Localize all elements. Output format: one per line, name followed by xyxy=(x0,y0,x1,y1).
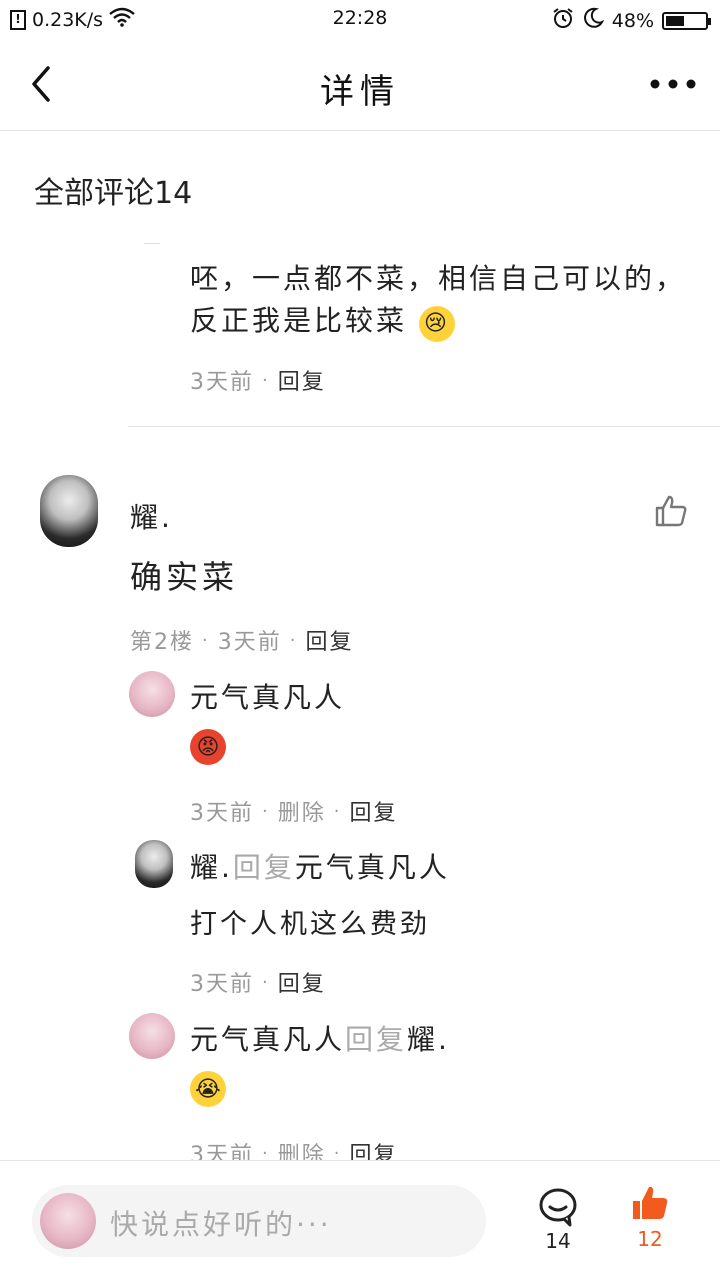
reply-author[interactable]: 元气真凡人 xyxy=(190,676,345,716)
delete-button[interactable]: 删除 xyxy=(278,795,326,827)
reply-meta: 3天前 · 回复 xyxy=(190,364,326,396)
reply-author[interactable]: 耀. xyxy=(190,851,233,884)
battery-percent: 48% xyxy=(611,9,654,32)
reply-button[interactable]: 回复 xyxy=(278,966,326,998)
reply-meta: 3天前 · 回复 xyxy=(190,966,326,998)
comment-bubble-icon xyxy=(539,1188,577,1227)
like-button[interactable] xyxy=(654,494,690,530)
reply-target[interactable]: 耀. xyxy=(407,1023,450,1056)
angry-emoji-icon: 😡 xyxy=(190,729,226,765)
comment-input[interactable]: 快说点好听的··· xyxy=(32,1185,486,1257)
comments-button[interactable]: 14 xyxy=(528,1185,588,1255)
avatar[interactable] xyxy=(40,475,98,547)
reply-header: 元气真凡人回复耀. xyxy=(190,1018,450,1058)
comment-time: 3天前 xyxy=(217,630,282,655)
input-placeholder: 快说点好听的··· xyxy=(110,1208,332,1241)
reply-time: 3天前 xyxy=(190,801,254,826)
reply-text: 打个人机这么费劲 xyxy=(190,909,430,940)
meta-dot: · xyxy=(289,629,298,651)
status-bar: ! 0.23K/s 22:28 48% xyxy=(0,0,720,38)
reply-time: 3天前 xyxy=(190,370,254,395)
meta-dot: · xyxy=(202,629,210,651)
reply-text: 呸，一点都不菜，相信自己可以的，反正我是比较菜 😢 xyxy=(190,258,690,342)
more-dots-icon xyxy=(650,79,696,89)
bottom-bar: 快说点好听的··· 14 12 xyxy=(0,1160,720,1281)
avatar[interactable] xyxy=(129,1013,175,1059)
reply-time: 3天前 xyxy=(190,972,254,997)
nav-bar: 详情 xyxy=(0,38,720,131)
reply-meta: 3天前 · 删除 · 回复 xyxy=(190,795,398,827)
divider xyxy=(128,426,720,427)
like-post-button[interactable]: 12 xyxy=(620,1181,680,1255)
reply-target[interactable]: 元气真凡人 xyxy=(295,851,450,884)
avatar[interactable] xyxy=(135,840,173,888)
reply-author[interactable]: 元气真凡人 xyxy=(190,1023,345,1056)
crying-emoji-icon: 😢 xyxy=(418,306,455,342)
all-comments-heading: 全部评论14 xyxy=(34,176,193,211)
comment-count: 14 xyxy=(545,1229,571,1253)
page-title: 详情 xyxy=(320,72,400,112)
avatar[interactable] xyxy=(129,671,175,717)
status-right: 48% xyxy=(552,7,711,34)
meta-dot: · xyxy=(333,800,342,822)
comment-author[interactable]: 耀. xyxy=(130,496,173,536)
reply-button[interactable]: 回复 xyxy=(278,364,326,396)
more-button[interactable] xyxy=(650,74,696,94)
battery-icon xyxy=(662,11,711,30)
alarm-icon xyxy=(552,7,574,34)
comment-text: 确实菜 xyxy=(130,558,239,596)
reply-button[interactable]: 回复 xyxy=(349,795,397,827)
thumbs-up-filled-icon xyxy=(633,1186,668,1219)
meta-dot: · xyxy=(262,369,270,391)
reply-button[interactable]: 回复 xyxy=(305,624,353,656)
comment-meta: 第2楼 · 3天前 · 回复 xyxy=(130,624,353,656)
reply-word: 回复 xyxy=(345,1023,408,1056)
thumbs-up-icon xyxy=(655,495,687,527)
divider xyxy=(144,243,160,244)
like-count: 12 xyxy=(637,1227,663,1251)
meta-dot: · xyxy=(262,971,270,993)
avatar xyxy=(40,1193,96,1249)
reply-header: 耀.回复元气真凡人 xyxy=(190,846,450,886)
reply-word: 回复 xyxy=(232,851,295,884)
floor-number: 第2楼 xyxy=(130,630,194,655)
meta-dot: · xyxy=(262,800,270,822)
sobbing-emoji-icon: 😭 xyxy=(190,1071,226,1107)
moon-icon xyxy=(582,7,605,34)
